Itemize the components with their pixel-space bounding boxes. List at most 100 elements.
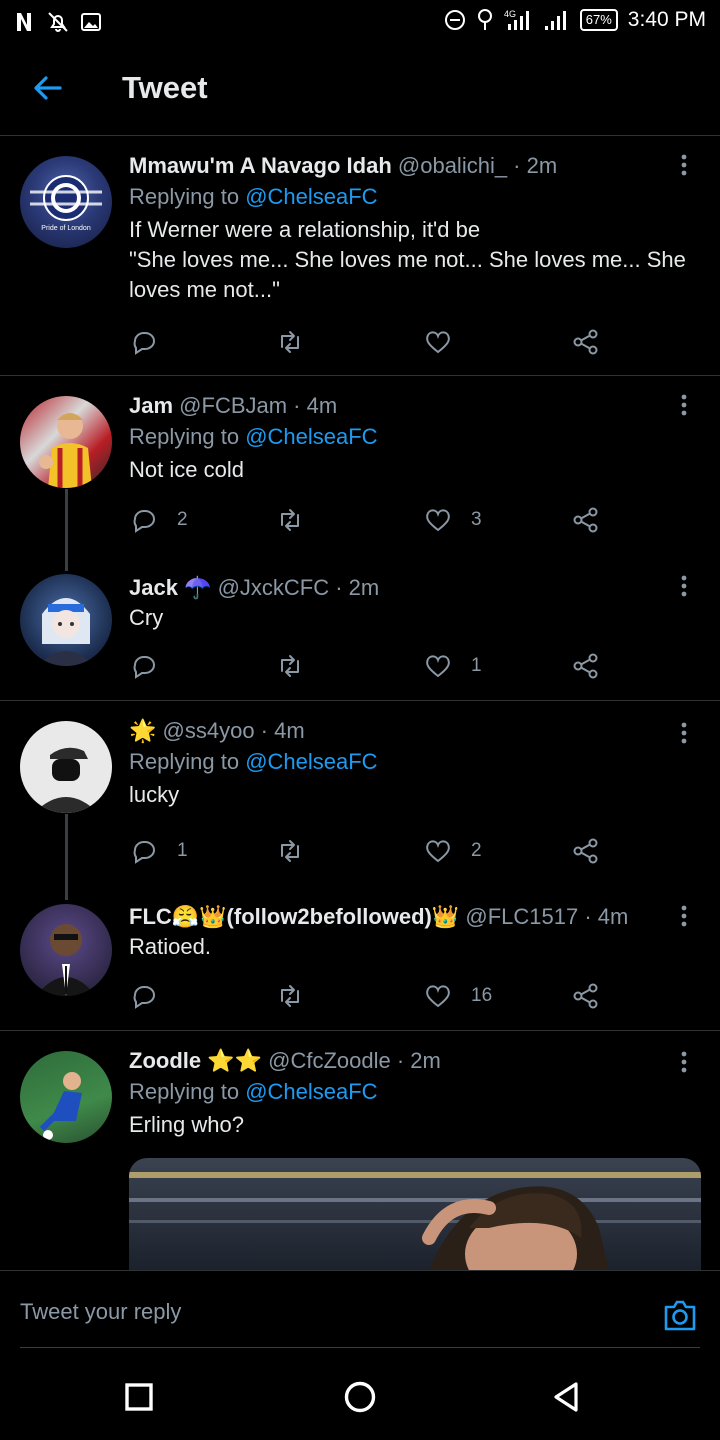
reply-icon (133, 841, 155, 864)
recent-apps-icon[interactable] (122, 1380, 156, 1414)
avatar[interactable] (20, 1051, 112, 1143)
like-button[interactable] (423, 325, 471, 359)
home-icon[interactable] (343, 1380, 377, 1414)
tweet-item[interactable]: 🌟 @ss4yoo · 4m Replying to @ChelseaFC lu… (0, 702, 720, 900)
handle-time: @FLC1517 · 4m (465, 904, 629, 929)
tweet-item[interactable]: Jam @FCBJam · 4m Replying to @ChelseaFC … (0, 377, 720, 571)
more-options-icon[interactable] (674, 153, 694, 177)
tweet-header: Zoodle ⭐⭐ @CfcZoodle · 2m (129, 1046, 700, 1076)
tweet-actions: 1 (129, 649, 609, 683)
tweet-item[interactable]: Jack ☂️ @JxckCFC · 2m Cry 1 (0, 560, 720, 701)
avatar[interactable] (20, 574, 112, 666)
handle-time: @ss4yoo · 4m (162, 718, 305, 743)
netflix-n-icon (17, 13, 31, 31)
display-name[interactable]: FLC😤👑(follow2befollowed)👑 (129, 904, 459, 929)
top-app-bar: Tweet (0, 44, 720, 136)
share-icon (573, 653, 598, 679)
avatar[interactable] (20, 396, 112, 488)
like-button[interactable]: 2 (423, 834, 482, 868)
avatar[interactable]: Pride of London (20, 156, 112, 248)
battery-indicator: 67% (579, 9, 618, 31)
camera-icon[interactable] (660, 1295, 700, 1335)
handle-time: @JxckCFC · 2m (217, 575, 380, 600)
mention-link[interactable]: @ChelseaFC (245, 1079, 377, 1104)
display-name[interactable]: Zoodle ⭐⭐ (129, 1048, 262, 1073)
retweet-button[interactable] (275, 325, 305, 359)
display-name[interactable]: Jam (129, 393, 173, 418)
like-count: 1 (471, 655, 482, 676)
heart-icon (426, 840, 450, 863)
like-count: 3 (471, 509, 482, 530)
reply-button[interactable] (129, 325, 177, 359)
tweet-item[interactable]: Pride of London Mmawu'm A Navago Idah @o… (0, 137, 720, 376)
handle-time: @CfcZoodle · 2m (268, 1048, 441, 1073)
more-options-icon[interactable] (674, 574, 694, 598)
like-button[interactable]: 1 (423, 649, 482, 683)
tweet-header: Mmawu'm A Navago Idah @obalichi_ · 2m (129, 151, 700, 181)
replying-to: Replying to @ChelseaFC (129, 424, 378, 449)
more-options-icon[interactable] (674, 393, 694, 417)
reply-button[interactable] (129, 979, 177, 1013)
display-name[interactable]: Jack ☂️ (129, 575, 211, 600)
more-options-icon[interactable] (674, 904, 694, 928)
retweet-button[interactable] (275, 834, 305, 868)
tweet-text: Not ice cold (129, 457, 244, 482)
display-name[interactable]: 🌟 (129, 718, 156, 743)
mention-link[interactable]: @ChelseaFC (245, 424, 377, 449)
avatar[interactable] (20, 904, 112, 996)
tweet-text: Ratioed. (129, 934, 211, 959)
tweet-header: FLC😤👑(follow2befollowed)👑 @FLC1517 · 4m (129, 902, 700, 932)
thread-line (65, 489, 68, 571)
replying-to: Replying to @ChelseaFC (129, 749, 378, 774)
reply-icon (133, 510, 155, 533)
retweet-button[interactable] (275, 503, 305, 537)
svg-text:Pride of London: Pride of London (41, 225, 91, 232)
share-button[interactable] (571, 979, 601, 1013)
retweet-button[interactable] (275, 979, 305, 1013)
handle-time: @FCBJam · 4m (179, 393, 338, 418)
retweet-icon (281, 840, 299, 862)
like-count: 2 (471, 840, 482, 861)
reply-button[interactable] (129, 649, 177, 683)
replying-to: Replying to @ChelseaFC (129, 184, 378, 209)
hotspot-icon (477, 9, 492, 30)
reply-input[interactable]: Tweet your reply (20, 1299, 181, 1325)
back-arrow-icon[interactable] (28, 68, 68, 108)
more-options-icon[interactable] (674, 1050, 694, 1074)
more-options-icon[interactable] (674, 721, 694, 745)
tweet-text: Cry (129, 605, 164, 630)
share-button[interactable] (571, 649, 601, 683)
tweet-actions: 2 3 (129, 503, 609, 537)
reply-button[interactable]: 1 (129, 834, 188, 868)
like-count: 16 (471, 985, 493, 1006)
like-button[interactable]: 16 (423, 979, 492, 1013)
share-icon (573, 983, 598, 1009)
reply-count: 2 (177, 509, 188, 530)
reply-button[interactable]: 2 (129, 503, 188, 537)
signal-4g-icon: 4G (504, 9, 529, 30)
tweet-header: Jack ☂️ @JxckCFC · 2m (129, 573, 700, 603)
share-button[interactable] (571, 503, 601, 537)
retweet-button[interactable] (275, 649, 305, 683)
input-underline (20, 1347, 700, 1348)
tweet-media-image[interactable] (129, 1158, 701, 1270)
share-button[interactable] (571, 834, 601, 868)
tweet-actions (129, 325, 609, 359)
back-icon[interactable] (550, 1380, 584, 1414)
replying-to: Replying to @ChelseaFC (129, 1079, 378, 1104)
reply-icon (133, 656, 155, 679)
reply-count: 1 (177, 840, 188, 861)
like-button[interactable]: 3 (423, 503, 482, 537)
heart-icon (426, 655, 450, 678)
avatar[interactable] (20, 721, 112, 813)
mention-link[interactable]: @ChelseaFC (245, 749, 377, 774)
mention-link[interactable]: @ChelseaFC (245, 184, 377, 209)
retweet-icon (281, 509, 299, 531)
signal-icon (544, 11, 566, 30)
share-icon (573, 329, 598, 355)
reply-icon (133, 986, 155, 1009)
share-button[interactable] (571, 325, 601, 359)
display-name[interactable]: Mmawu'm A Navago Idah (129, 153, 392, 178)
tweet-item[interactable]: FLC😤👑(follow2befollowed)👑 @FLC1517 · 4m … (0, 888, 720, 1031)
status-bar: 4G 67% 3:40 PM (0, 0, 720, 44)
